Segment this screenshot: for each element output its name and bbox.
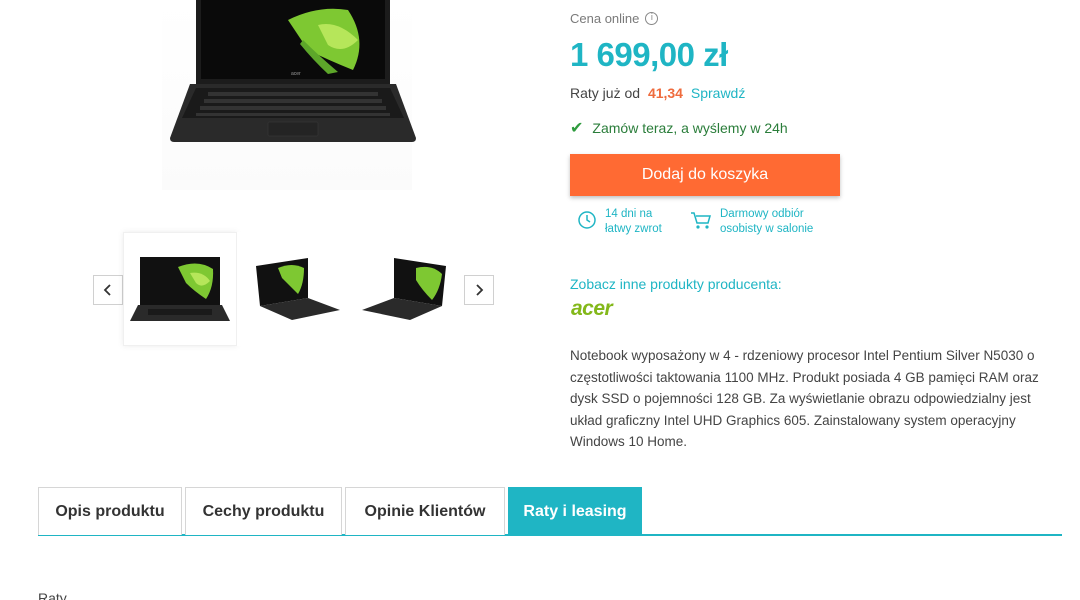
- product-description: Notebook wyposażony w 4 - rdzeniowy proc…: [570, 348, 1039, 450]
- tab-reviews[interactable]: Opinie Klientów: [345, 487, 505, 535]
- laptop-image: acer: [170, 0, 416, 142]
- laptop-front-thumbnail: [130, 257, 230, 321]
- checkmark-icon: ✔: [570, 120, 584, 137]
- add-to-cart-button[interactable]: Dodaj do koszyka: [570, 154, 840, 196]
- main-product-image[interactable]: acer: [122, 0, 432, 192]
- svg-text:acer: acer: [571, 298, 615, 320]
- shipping-note: ✔ Zamów teraz, a wyślemy w 24h: [570, 118, 788, 138]
- gallery-next-button[interactable]: [464, 275, 494, 305]
- gallery-thumbnail[interactable]: [237, 232, 351, 346]
- tab-installments-leasing[interactable]: Raty i leasing: [508, 487, 642, 535]
- perk-line: łatwy zwrot: [605, 223, 662, 235]
- tab-features[interactable]: Cechy produktu: [185, 487, 342, 535]
- section-heading: Raty: [38, 590, 67, 600]
- price-label-text: Cena online: [570, 11, 640, 26]
- installments-prefix: Raty już od: [570, 85, 641, 101]
- producer-products-label[interactable]: Zobacz inne produkty producenta:: [570, 276, 782, 292]
- perk-line: osobisty w salonie: [720, 223, 814, 235]
- product-price: 1 699,00 zł: [570, 36, 728, 73]
- perk-line: Darmowy odbiór: [720, 208, 804, 220]
- info-icon[interactable]: i: [645, 12, 659, 25]
- chevron-left-icon: [103, 284, 111, 296]
- acer-logo[interactable]: acer: [570, 298, 632, 320]
- gallery-thumbnail[interactable]: [123, 232, 237, 346]
- product-page: acer Cena online i 1 699,00 zł Raty już …: [0, 0, 1080, 600]
- clock-return-icon: [578, 211, 596, 229]
- installments-amount: 41,34: [647, 85, 683, 101]
- perk-text: 14 dni na łatwy zwrot: [605, 207, 662, 237]
- perk-text: Darmowy odbiór osobisty w salonie: [720, 207, 813, 237]
- laptop-angle-thumbnail: [256, 258, 340, 320]
- svg-text:acer: acer: [291, 71, 301, 77]
- chevron-right-icon: [476, 284, 484, 296]
- installments-row: Raty już od 41,34 Sprawdź: [570, 85, 745, 101]
- gallery-prev-button[interactable]: [93, 275, 123, 305]
- tab-description[interactable]: Opis produktu: [38, 487, 182, 535]
- perk-free-return[interactable]: 14 dni na łatwy zwrot: [577, 207, 662, 237]
- price-label: Cena online i: [570, 11, 659, 26]
- product-tabs: Opis produktu Cechy produktu Opinie Klie…: [38, 487, 1062, 536]
- perk-free-pickup[interactable]: Darmowy odbiór osobisty w salonie: [690, 207, 813, 237]
- shipping-note-text: Zamów teraz, a wyślemy w 24h: [592, 120, 788, 136]
- cart-pickup-icon: [691, 212, 711, 229]
- installments-check-link[interactable]: Sprawdź: [691, 85, 745, 101]
- laptop-angle-thumbnail: [362, 258, 446, 320]
- gallery-thumbnail[interactable]: [351, 232, 465, 346]
- perk-line: 14 dni na: [605, 208, 653, 220]
